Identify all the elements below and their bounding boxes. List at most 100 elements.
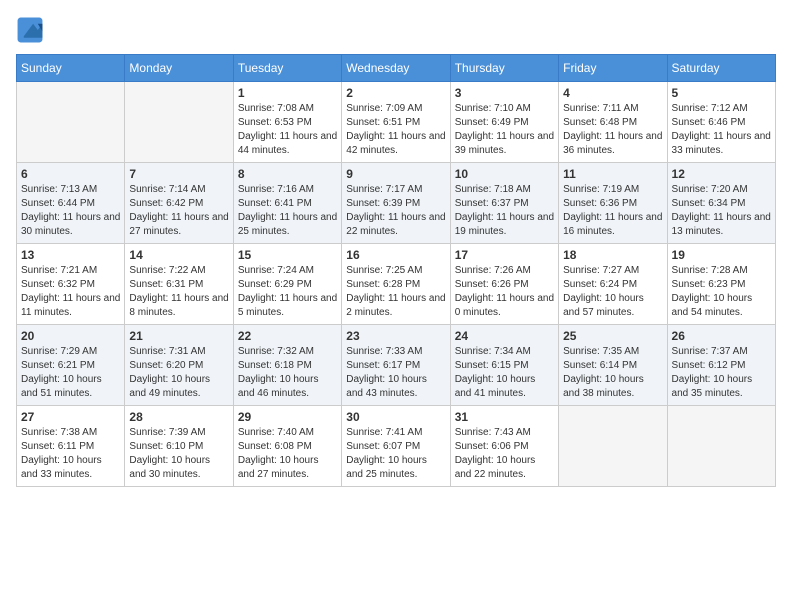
calendar-cell: 22 Sunrise: 7:32 AM Sunset: 6:18 PM Dayli… (233, 325, 341, 406)
logo-icon (16, 16, 44, 44)
day-number: 10 (455, 167, 554, 181)
day-number: 3 (455, 86, 554, 100)
day-number: 6 (21, 167, 120, 181)
day-header-sunday: Sunday (17, 55, 125, 82)
calendar-cell: 14 Sunrise: 7:22 AM Sunset: 6:31 PM Dayli… (125, 244, 233, 325)
calendar-cell: 28 Sunrise: 7:39 AM Sunset: 6:10 PM Dayli… (125, 406, 233, 487)
day-detail: Sunrise: 7:26 AM Sunset: 6:26 PM Dayligh… (455, 264, 554, 320)
day-detail: Sunrise: 7:27 AM Sunset: 6:24 PM Dayligh… (563, 264, 662, 320)
day-number: 15 (238, 248, 337, 262)
week-row-3: 13Sunrise: 7:21 AM Sunset: 6:32 PM Dayli… (17, 244, 776, 325)
calendar-cell: 4 Sunrise: 7:11 AM Sunset: 6:48 PM Daylig… (559, 82, 667, 163)
day-header-monday: Monday (125, 55, 233, 82)
week-row-5: 27 Sunrise: 7:38 AM Sunset: 6:11 PM Dayli… (17, 406, 776, 487)
day-detail: Sunrise: 7:31 AM Sunset: 6:20 PM Dayligh… (129, 345, 228, 401)
day-number: 26 (672, 329, 771, 343)
day-number: 14 (129, 248, 228, 262)
day-detail: Sunrise: 7:09 AM Sunset: 6:51 PM Dayligh… (346, 102, 445, 158)
day-number: 24 (455, 329, 554, 343)
calendar-cell: 19Sunrise: 7:28 AM Sunset: 6:23 PM Dayli… (667, 244, 775, 325)
day-number: 17 (455, 248, 554, 262)
day-number: 7 (129, 167, 228, 181)
day-detail: Sunrise: 7:24 AM Sunset: 6:29 PM Dayligh… (238, 264, 337, 320)
calendar-table: SundayMondayTuesdayWednesdayThursdayFrid… (16, 54, 776, 487)
day-detail: Sunrise: 7:34 AM Sunset: 6:15 PM Dayligh… (455, 345, 554, 401)
day-detail: Sunrise: 7:14 AM Sunset: 6:42 PM Dayligh… (129, 183, 228, 239)
day-header-wednesday: Wednesday (342, 55, 450, 82)
day-number: 1 (238, 86, 337, 100)
calendar-cell: 8 Sunrise: 7:16 AM Sunset: 6:41 PM Daylig… (233, 163, 341, 244)
calendar-cell (559, 406, 667, 487)
calendar-cell (125, 82, 233, 163)
day-number: 2 (346, 86, 445, 100)
calendar-cell: 29 Sunrise: 7:40 AM Sunset: 6:08 PM Dayli… (233, 406, 341, 487)
day-number: 30 (346, 410, 445, 424)
day-number: 29 (238, 410, 337, 424)
calendar-cell: 30Sunrise: 7:41 AM Sunset: 6:07 PM Dayli… (342, 406, 450, 487)
day-detail: Sunrise: 7:20 AM Sunset: 6:34 PM Dayligh… (672, 183, 771, 239)
calendar-cell (17, 82, 125, 163)
day-detail: Sunrise: 7:11 AM Sunset: 6:48 PM Dayligh… (563, 102, 662, 158)
day-number: 8 (238, 167, 337, 181)
day-detail: Sunrise: 7:16 AM Sunset: 6:41 PM Dayligh… (238, 183, 337, 239)
calendar-cell: 15 Sunrise: 7:24 AM Sunset: 6:29 PM Dayli… (233, 244, 341, 325)
page-header (16, 16, 776, 44)
day-detail: Sunrise: 7:12 AM Sunset: 6:46 PM Dayligh… (672, 102, 771, 158)
day-header-thursday: Thursday (450, 55, 558, 82)
day-number: 16 (346, 248, 445, 262)
calendar-cell: 6 Sunrise: 7:13 AM Sunset: 6:44 PM Daylig… (17, 163, 125, 244)
calendar-header-row: SundayMondayTuesdayWednesdayThursdayFrid… (17, 55, 776, 82)
calendar-cell: 10 Sunrise: 7:18 AM Sunset: 6:37 PM Dayli… (450, 163, 558, 244)
day-detail: Sunrise: 7:35 AM Sunset: 6:14 PM Dayligh… (563, 345, 662, 401)
day-detail: Sunrise: 7:29 AM Sunset: 6:21 PM Dayligh… (21, 345, 120, 401)
calendar-cell: 5Sunrise: 7:12 AM Sunset: 6:46 PM Daylig… (667, 82, 775, 163)
day-detail: Sunrise: 7:19 AM Sunset: 6:36 PM Dayligh… (563, 183, 662, 239)
day-number: 28 (129, 410, 228, 424)
day-detail: Sunrise: 7:08 AM Sunset: 6:53 PM Dayligh… (238, 102, 337, 158)
calendar-cell (667, 406, 775, 487)
day-number: 19 (672, 248, 771, 262)
calendar-cell: 1 Sunrise: 7:08 AM Sunset: 6:53 PM Daylig… (233, 82, 341, 163)
day-number: 25 (563, 329, 662, 343)
calendar-cell: 26 Sunrise: 7:37 AM Sunset: 6:12 PM Dayli… (667, 325, 775, 406)
day-detail: Sunrise: 7:32 AM Sunset: 6:18 PM Dayligh… (238, 345, 337, 401)
day-detail: Sunrise: 7:43 AM Sunset: 6:06 PM Dayligh… (455, 426, 554, 482)
calendar-cell: 9 Sunrise: 7:17 AM Sunset: 6:39 PM Daylig… (342, 163, 450, 244)
day-number: 27 (21, 410, 120, 424)
day-detail: Sunrise: 7:10 AM Sunset: 6:49 PM Dayligh… (455, 102, 554, 158)
day-number: 20 (21, 329, 120, 343)
day-detail: Sunrise: 7:21 AM Sunset: 6:32 PM Dayligh… (21, 264, 120, 320)
day-number: 23 (346, 329, 445, 343)
day-detail: Sunrise: 7:18 AM Sunset: 6:37 PM Dayligh… (455, 183, 554, 239)
calendar-cell: 25 Sunrise: 7:35 AM Sunset: 6:14 PM Dayli… (559, 325, 667, 406)
calendar-cell: 21Sunrise: 7:31 AM Sunset: 6:20 PM Dayli… (125, 325, 233, 406)
calendar-cell: 3 Sunrise: 7:10 AM Sunset: 6:49 PM Daylig… (450, 82, 558, 163)
day-detail: Sunrise: 7:17 AM Sunset: 6:39 PM Dayligh… (346, 183, 445, 239)
day-detail: Sunrise: 7:33 AM Sunset: 6:17 PM Dayligh… (346, 345, 445, 401)
day-detail: Sunrise: 7:25 AM Sunset: 6:28 PM Dayligh… (346, 264, 445, 320)
calendar-cell: 16 Sunrise: 7:25 AM Sunset: 6:28 PM Dayli… (342, 244, 450, 325)
day-number: 11 (563, 167, 662, 181)
day-number: 9 (346, 167, 445, 181)
day-detail: Sunrise: 7:38 AM Sunset: 6:11 PM Dayligh… (21, 426, 120, 482)
day-number: 18 (563, 248, 662, 262)
day-detail: Sunrise: 7:22 AM Sunset: 6:31 PM Dayligh… (129, 264, 228, 320)
day-number: 22 (238, 329, 337, 343)
day-header-saturday: Saturday (667, 55, 775, 82)
day-detail: Sunrise: 7:40 AM Sunset: 6:08 PM Dayligh… (238, 426, 337, 482)
calendar-cell: 2 Sunrise: 7:09 AM Sunset: 6:51 PM Daylig… (342, 82, 450, 163)
calendar-cell: 18 Sunrise: 7:27 AM Sunset: 6:24 PM Dayli… (559, 244, 667, 325)
calendar-cell: 24 Sunrise: 7:34 AM Sunset: 6:15 PM Dayli… (450, 325, 558, 406)
calendar-cell: 12Sunrise: 7:20 AM Sunset: 6:34 PM Dayli… (667, 163, 775, 244)
calendar-cell: 17 Sunrise: 7:26 AM Sunset: 6:26 PM Dayli… (450, 244, 558, 325)
day-detail: Sunrise: 7:39 AM Sunset: 6:10 PM Dayligh… (129, 426, 228, 482)
week-row-1: 1 Sunrise: 7:08 AM Sunset: 6:53 PM Daylig… (17, 82, 776, 163)
calendar-cell: 23 Sunrise: 7:33 AM Sunset: 6:17 PM Dayli… (342, 325, 450, 406)
calendar-cell: 11 Sunrise: 7:19 AM Sunset: 6:36 PM Dayli… (559, 163, 667, 244)
day-detail: Sunrise: 7:13 AM Sunset: 6:44 PM Dayligh… (21, 183, 120, 239)
day-header-tuesday: Tuesday (233, 55, 341, 82)
calendar-cell: 31Sunrise: 7:43 AM Sunset: 6:06 PM Dayli… (450, 406, 558, 487)
day-detail: Sunrise: 7:37 AM Sunset: 6:12 PM Dayligh… (672, 345, 771, 401)
day-number: 4 (563, 86, 662, 100)
calendar-cell: 27 Sunrise: 7:38 AM Sunset: 6:11 PM Dayli… (17, 406, 125, 487)
